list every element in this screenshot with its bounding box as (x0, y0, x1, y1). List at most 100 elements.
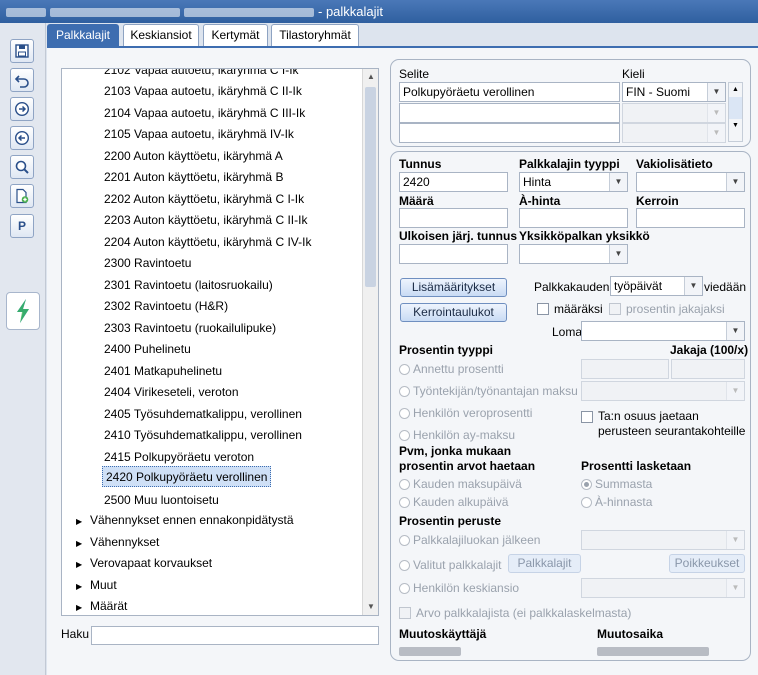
selite-scrollbar[interactable]: ▲ ▼ (728, 82, 743, 142)
tree-group-muut[interactable]: ▶ Muut (76, 575, 117, 596)
tree-item[interactable]: 2400 Puhelinetu (104, 339, 191, 360)
selite-field[interactable]: Polkupyöräetu verollinen (399, 82, 620, 102)
scroll-down-arrow-icon[interactable]: ▼ (363, 599, 378, 615)
tree-item[interactable]: 2103 Vapaa autoetu, ikäryhmä C II-Ik (104, 81, 302, 102)
scrollbar-thumb[interactable] (729, 97, 742, 119)
jakaja-input[interactable] (671, 359, 745, 379)
kieli-select-empty[interactable]: ▼ (622, 103, 726, 123)
tree-item[interactable]: 2301 Ravintoetu (laitosruokailu) (104, 275, 273, 296)
tree-item[interactable]: 2404 Virikeseteli, veroton (104, 382, 239, 403)
previous-button[interactable] (10, 126, 34, 150)
radio-palkkalajiluokan-jalkeen[interactable]: Palkkalajiluokan jälkeen (399, 533, 540, 547)
ahinta-input[interactable] (519, 208, 628, 228)
tree-item[interactable]: 2401 Matkapuhelinetu (104, 361, 222, 382)
tree-group-verovapaat[interactable]: ▶ Verovapaat korvaukset (76, 553, 212, 574)
kerroin-input[interactable] (636, 208, 745, 228)
tyyppi-select[interactable]: Hinta ▼ (519, 172, 628, 192)
radio-henkilon-keskiansio[interactable]: Henkilön keskiansio (399, 581, 519, 595)
tree-item[interactable]: 2200 Auton käyttöetu, ikäryhmä A (104, 146, 283, 167)
yksikko-select[interactable]: ▼ (519, 244, 628, 264)
radio-label: Palkkalajiluokan jälkeen (413, 533, 541, 547)
tree-item[interactable]: 2104 Vapaa autoetu, ikäryhmä C III-Ik (104, 103, 305, 124)
tree-item[interactable]: 2203 Auton käyttöetu, ikäryhmä C II-Ik (104, 210, 307, 231)
tree-item[interactable]: 2202 Auton käyttöetu, ikäryhmä C I-Ik (104, 189, 304, 210)
radio-henkilon-veroprosentti[interactable]: Henkilön veroprosentti (399, 406, 532, 420)
save-button[interactable] (10, 39, 34, 63)
maaraksi-checkbox[interactable]: määräksi (537, 302, 603, 316)
arvo-palkkalajista-checkbox[interactable]: Arvo palkkalajista (ei palkkalaskelmasta… (399, 606, 631, 620)
radio-tyontekijan-maksu[interactable]: Työntekijän/työnantajan maksu (399, 384, 578, 398)
tree-group-vahennykset[interactable]: ▶ Vähennykset (76, 532, 159, 553)
tree-item[interactable]: 2303 Ravintoetu (ruokailulipuke) (104, 318, 276, 339)
tree-item[interactable]: 2302 Ravintoetu (H&R) (104, 296, 228, 317)
radio-label: Summasta (595, 477, 653, 491)
maaraksi-label: määräksi (554, 302, 603, 316)
tunnus-input[interactable]: 2420 (399, 172, 508, 192)
tree-item[interactable]: 2300 Ravintoetu (104, 253, 191, 274)
jakajaksi-checkbox[interactable]: prosentin jakajaksi (609, 302, 725, 316)
tree-scrollbar[interactable]: ▲ ▼ (362, 69, 378, 615)
tree-item[interactable]: 2204 Auton käyttöetu, ikäryhmä C IV-Ik (104, 232, 311, 253)
p-button[interactable]: P (10, 214, 34, 238)
tab-keskiansiot[interactable]: Keskiansiot (123, 24, 199, 46)
maksu-select[interactable]: ▼ (581, 381, 745, 401)
tree-item[interactable]: 2105 Vapaa autoetu, ikäryhmä IV-Ik (104, 124, 294, 145)
maara-input[interactable] (399, 208, 508, 228)
radio-annettu-prosentti[interactable]: Annettu prosentti (399, 362, 504, 376)
tree-group-maarat[interactable]: ▶ Määrät (76, 596, 127, 615)
tree-item[interactable]: 2201 Auton käyttöetu, ikäryhmä B (104, 167, 283, 188)
seuranta-checkbox[interactable]: Ta:n osuus jaetaan perusteen seurantakoht… (581, 409, 745, 439)
palkkalajiluokka-select[interactable]: ▼ (581, 530, 745, 550)
selite-header: Selite (399, 67, 430, 81)
tab-kertymat[interactable]: Kertymät (203, 24, 268, 46)
selite-field-empty[interactable] (399, 103, 620, 123)
scroll-up-arrow-icon[interactable]: ▲ (729, 83, 742, 97)
radio-a-hinnasta[interactable]: À-hinnasta (581, 495, 652, 509)
selite-field-empty[interactable] (399, 123, 620, 143)
palkkalajit-button[interactable]: Palkkalajit (508, 554, 581, 573)
search-icon (15, 160, 29, 174)
next-icon (14, 101, 30, 117)
next-button[interactable] (10, 97, 34, 121)
scroll-down-arrow-icon[interactable]: ▼ (729, 119, 742, 133)
radio-kauden-alkupaiva[interactable]: Kauden alkupäivä (399, 495, 508, 509)
radio-kauden-maksupaiva[interactable]: Kauden maksupäivä (399, 477, 522, 491)
ulkoinen-input[interactable] (399, 244, 508, 264)
radio-henkilon-ay-maksu[interactable]: Henkilön ay-maksu (399, 428, 515, 442)
tab-tilastoryhmat[interactable]: Tilastoryhmät (271, 24, 359, 46)
lightning-app-button[interactable] (6, 292, 40, 330)
search-input[interactable] (91, 626, 379, 645)
scrollbar-thumb[interactable] (365, 87, 376, 287)
poikkeukset-button[interactable]: Poikkeukset (669, 554, 745, 573)
seuranta-label-line1: Ta:n osuus jaetaan (598, 409, 699, 423)
radio-circle (399, 478, 410, 490)
keskiansio-select[interactable]: ▼ (581, 578, 745, 598)
chevron-down-icon: ▼ (707, 83, 725, 101)
scroll-up-arrow-icon[interactable]: ▲ (363, 69, 378, 85)
tab-palkkalajit[interactable]: Palkkalajit (47, 24, 119, 47)
tree-item-partial[interactable]: 2102 Vapaa autoetu, ikäryhmä C I-Ik (104, 69, 299, 81)
search-button[interactable] (10, 155, 34, 179)
kausi-select[interactable]: työpäivät ▼ (610, 276, 703, 296)
radio-summasta[interactable]: Summasta (581, 477, 652, 491)
tree-item-selected[interactable]: 2420 Polkupyöräetu verollinen (102, 466, 272, 487)
expand-arrow-icon: ▶ (76, 581, 83, 591)
radio-valitut-palkkalajit[interactable]: Valitut palkkalajit (399, 558, 502, 572)
tree-group-label: Vähennykset (90, 534, 160, 549)
kieli-select-empty[interactable]: ▼ (622, 123, 726, 143)
kieli-select[interactable]: FIN - Suomi ▼ (622, 82, 726, 102)
vakio-select[interactable]: ▼ (636, 172, 745, 192)
lisamaaritykset-button[interactable]: Lisämääritykset (400, 278, 507, 297)
prosentti-input[interactable] (581, 359, 669, 379)
tree-item[interactable]: 2405 Työsuhdematkalippu, verollinen (104, 404, 302, 425)
tree-group-vahennykset-ennen[interactable]: ▶ Vähennykset ennen ennakonpidätystä (76, 510, 294, 531)
tree-item[interactable]: 2500 Muu luontoisetu (104, 490, 219, 511)
undo-button[interactable] (10, 68, 34, 92)
new-document-button[interactable] (10, 184, 34, 208)
kieli-value: FIN - Suomi (626, 85, 691, 99)
tree-item[interactable]: 2410 Työsuhdematkalippu, verollinen (104, 425, 302, 446)
loma-select[interactable]: ▼ (581, 321, 745, 341)
kerrointaulukot-button[interactable]: Kerrointaulukot (400, 303, 507, 322)
palkkalaji-tree[interactable]: 2102 Vapaa autoetu, ikäryhmä C I-Ik 2103… (61, 68, 379, 616)
tree-item[interactable]: 2415 Polkupyöräetu veroton (104, 447, 254, 468)
